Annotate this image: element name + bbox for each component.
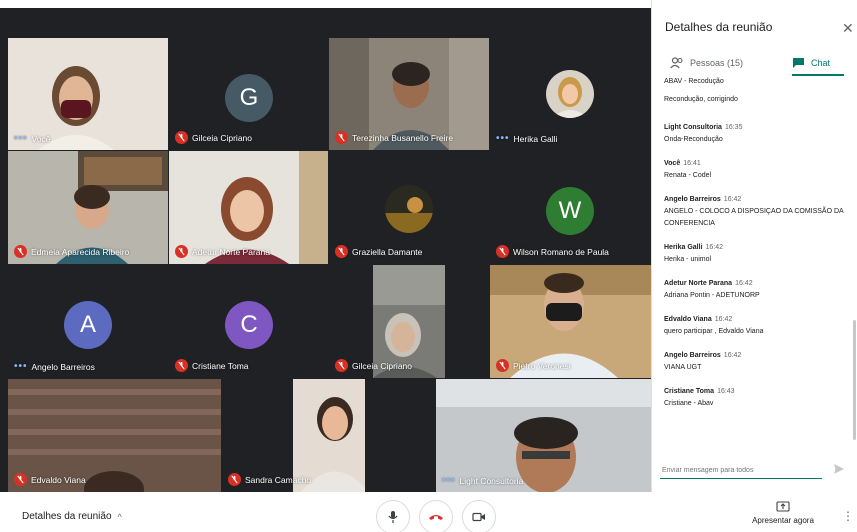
video-grid: ••• Você G Gilceia Cipriano Terezinha Bus…	[0, 8, 651, 492]
chat-scrollbar[interactable]	[853, 320, 856, 440]
video-tile-voce[interactable]: ••• Você	[8, 38, 168, 150]
participant-label: Gilceia Cipriano	[175, 131, 252, 144]
participant-label: Wilson Romano de Paula	[496, 245, 609, 258]
video-tile-angelo[interactable]: A ••• Angelo Barreiros	[8, 265, 168, 378]
chat-input-underline	[660, 478, 822, 479]
mic-off-icon	[335, 131, 348, 144]
participant-label: Adetur Norte Parana	[175, 245, 270, 258]
chat-message: Herika Galli 16:42 Herika - unimol	[664, 244, 724, 263]
hang-up-icon	[429, 515, 443, 520]
avatar: A	[64, 301, 112, 349]
mic-off-icon	[14, 245, 27, 258]
participant-label: Gilceia Cipriano	[335, 359, 412, 372]
close-icon[interactable]: ✕	[842, 20, 854, 37]
video-tile-edmeia[interactable]: Edmeia Aparecida Ribeiro	[8, 151, 168, 264]
chat-message: Você 16:41 Renata - Codel	[664, 160, 712, 179]
tab-people-label: Pessoas (15)	[690, 58, 744, 68]
avatar: C	[225, 301, 273, 349]
video-tile-sandra[interactable]: Sandra Camacho	[222, 379, 435, 492]
participant-label: Edvaldo Viana	[14, 473, 86, 486]
video-tile-herika[interactable]: ••• Herika Galli	[490, 38, 651, 150]
mic-off-icon	[335, 359, 348, 372]
tab-people[interactable]: Pessoas (15)	[670, 50, 750, 76]
mic-off-icon	[228, 473, 241, 486]
present-now-button[interactable]: Apresentar agora	[748, 501, 818, 525]
video-tile-gilceia[interactable]: G Gilceia Cipriano	[169, 38, 328, 150]
leave-call-button[interactable]	[419, 500, 453, 532]
chat-message: Cristiane Toma 16:43 Cristiane - Abav	[664, 388, 735, 407]
participant-label: ••• Herika Galli	[496, 133, 558, 144]
chat-icon	[793, 58, 804, 68]
participant-label: Sandra Camacho	[228, 473, 311, 486]
microphone-button[interactable]	[376, 500, 410, 532]
mic-off-icon	[175, 359, 188, 372]
camera-button[interactable]	[462, 500, 496, 532]
speaking-indicator-icon: •••	[442, 475, 456, 486]
participant-label: ••• Angelo Barreiros	[14, 361, 95, 372]
panel-title: Detalhes da reunião	[665, 20, 773, 34]
present-screen-icon	[776, 501, 790, 512]
meet-window: ••• Você G Gilceia Cipriano Terezinha Bus…	[0, 0, 857, 532]
chat-message: Edvaldo Viana 16:42 quero participar , Ed…	[664, 316, 764, 335]
send-icon[interactable]	[833, 463, 845, 475]
camera-icon	[472, 512, 485, 522]
mic-off-icon	[175, 131, 188, 144]
video-tile-light-consultoria[interactable]: ••• Light Consultoria	[436, 379, 651, 492]
chat-message-input[interactable]	[662, 463, 822, 477]
participant-photo	[546, 70, 594, 118]
speaking-indicator-icon: •••	[14, 361, 28, 372]
video-tile-gilceia-camera[interactable]: Gilceia Cipriano	[329, 265, 489, 378]
tab-chat[interactable]: Chat	[792, 50, 852, 76]
bottom-toolbar: Detalhes da reunião ^ Apresentar agora ⋮	[0, 492, 857, 532]
meeting-details-panel: Detalhes da reunião ✕ Pessoas (15) Chat …	[651, 0, 857, 492]
mic-off-icon	[14, 473, 27, 486]
participant-label: Pietro Veronesi	[496, 359, 571, 372]
mic-off-icon	[496, 245, 509, 258]
video-tile-wilson[interactable]: W Wilson Romano de Paula	[490, 151, 651, 264]
participant-label: Edmeia Aparecida Ribeiro	[14, 245, 129, 258]
mic-off-icon	[496, 359, 509, 372]
video-tile-edvaldo[interactable]: Edvaldo Viana	[8, 379, 221, 492]
speaking-indicator-icon: •••	[14, 133, 28, 144]
microphone-icon	[388, 511, 398, 523]
chat-message: Light Consultoria 16:35 Onda-Recondução	[664, 124, 743, 143]
chat-message: ABAV - Recodução Recondução, corrigindo	[664, 78, 738, 103]
chat-message: Adetur Norte Parana 16:42 Adriana Pontin …	[664, 280, 760, 299]
participant-label: Terezinha Busanello Freire	[335, 131, 453, 144]
speaking-indicator-icon: •••	[496, 133, 510, 144]
avatar: W	[546, 187, 594, 235]
participant-label: ••• Você	[14, 133, 51, 144]
avatar: G	[225, 74, 273, 122]
video-tile-adetur[interactable]: Adetur Norte Parana	[169, 151, 328, 264]
participant-label: ••• Light Consultoria	[442, 475, 524, 486]
video-tile-cristiane[interactable]: C Cristiane Toma	[169, 265, 328, 378]
meeting-details-button[interactable]: Detalhes da reunião ^	[22, 511, 122, 522]
chat-message: Angelo Barreiros 16:42 VIANA UGT	[664, 352, 742, 371]
video-tile-pietro[interactable]: Pietro Veronesi	[490, 265, 651, 378]
mic-off-icon	[335, 245, 348, 258]
chat-message-list[interactable]: ABAV - Recodução Recondução, corrigindo …	[664, 76, 852, 456]
chat-message: Angelo Barreiros 16:42 ANGELO - COLOCO A …	[664, 196, 844, 227]
participant-photo	[385, 185, 433, 233]
chevron-up-icon: ^	[117, 511, 122, 522]
more-options-icon[interactable]: ⋮	[842, 509, 854, 523]
participant-label: Graziella Damante	[335, 245, 422, 258]
video-tile-terezinha[interactable]: Terezinha Busanello Freire	[329, 38, 489, 150]
tab-chat-label: Chat	[811, 58, 831, 68]
participant-label: Cristiane Toma	[175, 359, 249, 372]
people-icon	[670, 57, 683, 69]
mic-off-icon	[175, 245, 188, 258]
video-tile-graziella[interactable]: Graziella Damante	[329, 151, 489, 264]
